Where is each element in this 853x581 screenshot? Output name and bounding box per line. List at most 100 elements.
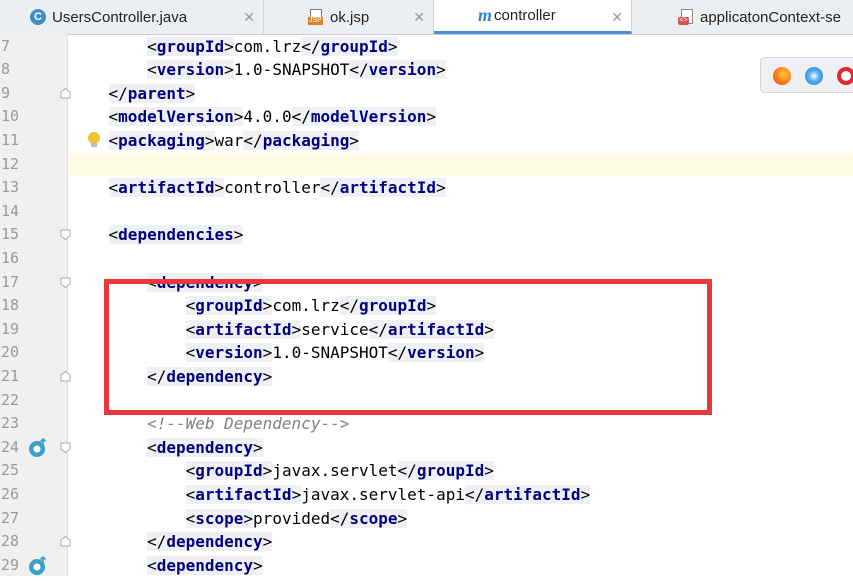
tag-value: 1.0-SNAPSHOT	[233, 60, 350, 80]
tag-name: groupId	[416, 461, 485, 481]
close-tab-icon[interactable]: ✕	[413, 9, 425, 26]
opera-icon[interactable]	[837, 67, 853, 85]
close-tab-icon[interactable]: ✕	[243, 9, 255, 26]
tab-label: UsersController.java	[52, 8, 188, 26]
safari-icon[interactable]	[805, 67, 823, 85]
tab-ok-jsp[interactable]: JSP ok.jsp ✕	[264, 0, 434, 34]
tag-value: com.lrz	[272, 296, 340, 316]
tag-value: 4.0.0	[243, 107, 292, 127]
open-tag: <dependencies>	[108, 225, 244, 245]
tag-name: dependency	[156, 437, 254, 457]
line-number: 20	[1, 343, 20, 362]
tag-value: provided	[253, 508, 331, 528]
open-tag: <groupId>	[147, 36, 234, 56]
tag-name: version	[156, 60, 225, 80]
line-number: 8	[1, 60, 11, 79]
code-editor[interactable]: <groupId>com.lrz</groupId> <version>1.0-…	[70, 34, 853, 576]
code-line: <!--Web Dependency-->	[70, 412, 853, 436]
tag-name: artifactId	[195, 484, 292, 504]
open-tag: <packaging>	[108, 130, 215, 150]
line-number: 11	[1, 130, 20, 149]
editor-gutter: 7 8 9 10 11 12 13 14 15 16 17 18 19 20 21 22 23 24 25 26 27 2…	[0, 34, 100, 577]
tab-controller-pom[interactable]: m controller ✕	[434, 0, 632, 34]
close-tag: </packaging>	[243, 130, 360, 150]
open-in-browser-popup	[760, 57, 853, 93]
line-number: 27	[1, 508, 20, 527]
line-number: 10	[1, 107, 20, 126]
code-line: <dependency>	[70, 271, 853, 295]
tab-label: ok.jsp	[330, 8, 370, 26]
open-tag: <version>	[147, 60, 234, 80]
code-line: <artifactId>controller</artifactId>	[70, 176, 853, 200]
tag-name: parent	[127, 83, 186, 103]
tag-name: dependency	[156, 272, 254, 292]
close-tag: </version>	[387, 343, 485, 363]
tag-name: version	[195, 343, 263, 363]
open-tag: <modelVersion>	[108, 107, 244, 127]
tab-label: applicatonContext-se	[700, 8, 841, 26]
tab-application-context[interactable]: <> applicatonContext-se	[632, 0, 853, 34]
tag-value: 1.0-SNAPSHOT	[272, 343, 388, 363]
line-number: 22	[1, 390, 20, 409]
line-number: 15	[1, 225, 20, 244]
code-line: <groupId>com.lrz</groupId>	[70, 294, 853, 318]
override-marker-icon[interactable]	[27, 555, 49, 577]
tag-name: dependency	[166, 366, 263, 386]
close-tag: </artifactId>	[320, 178, 446, 198]
code-line: <version>1.0-SNAPSHOT</version>	[70, 58, 853, 82]
code-line: <groupId>javax.servlet</groupId>	[70, 459, 853, 483]
close-tag: </groupId>	[301, 36, 398, 56]
code-line: <modelVersion>4.0.0</modelVersion>	[70, 105, 853, 129]
tag-name: groupId	[320, 36, 388, 56]
open-tag: <dependency>	[147, 555, 263, 575]
line-number: 18	[1, 296, 20, 315]
tag-name: artifactId	[387, 319, 485, 339]
firefox-icon[interactable]	[773, 67, 791, 85]
tag-name: artifactId	[484, 484, 581, 504]
line-number: 9	[1, 83, 11, 102]
line-number: 25	[1, 461, 20, 480]
line-number: 19	[1, 319, 20, 338]
tag-name: groupId	[195, 296, 263, 316]
line-number: 23	[1, 414, 20, 433]
override-marker-icon[interactable]	[27, 437, 49, 459]
tag-name: dependency	[156, 555, 254, 575]
tag-name: packaging	[262, 130, 350, 150]
close-tag: </scope>	[330, 508, 408, 528]
tag-name: version	[368, 60, 437, 80]
jsp-file-icon: JSP	[308, 9, 324, 25]
open-tag: <artifactId>	[185, 484, 302, 504]
tab-label: controller	[494, 7, 556, 24]
tag-name: groupId	[156, 36, 225, 56]
tag-name: dependency	[166, 532, 263, 552]
close-tab-icon[interactable]: ✕	[611, 9, 623, 26]
close-tag: </version>	[349, 60, 446, 80]
code-line: <artifactId>javax.servlet-api</artifactI…	[70, 483, 853, 507]
open-tag: <scope>	[185, 508, 254, 528]
tag-name: artifactId	[195, 319, 292, 339]
tag-value: javax.servlet-api	[301, 484, 465, 504]
code-line: <scope>provided</scope>	[70, 507, 853, 531]
close-tag: </dependency>	[147, 366, 273, 386]
open-tag: <dependency>	[147, 272, 263, 292]
tag-name: groupId	[359, 296, 427, 316]
open-tag: <groupId>	[185, 461, 273, 481]
tab-users-controller[interactable]: C UsersController.java ✕	[22, 0, 264, 34]
close-tag: </groupId>	[397, 461, 494, 481]
code-line: <packaging>war</packaging>	[70, 129, 853, 153]
line-number: 24	[1, 437, 20, 456]
open-tag: <artifactId>	[185, 319, 302, 339]
code-line: <groupId>com.lrz</groupId>	[70, 35, 853, 59]
java-class-icon: C	[30, 9, 46, 25]
